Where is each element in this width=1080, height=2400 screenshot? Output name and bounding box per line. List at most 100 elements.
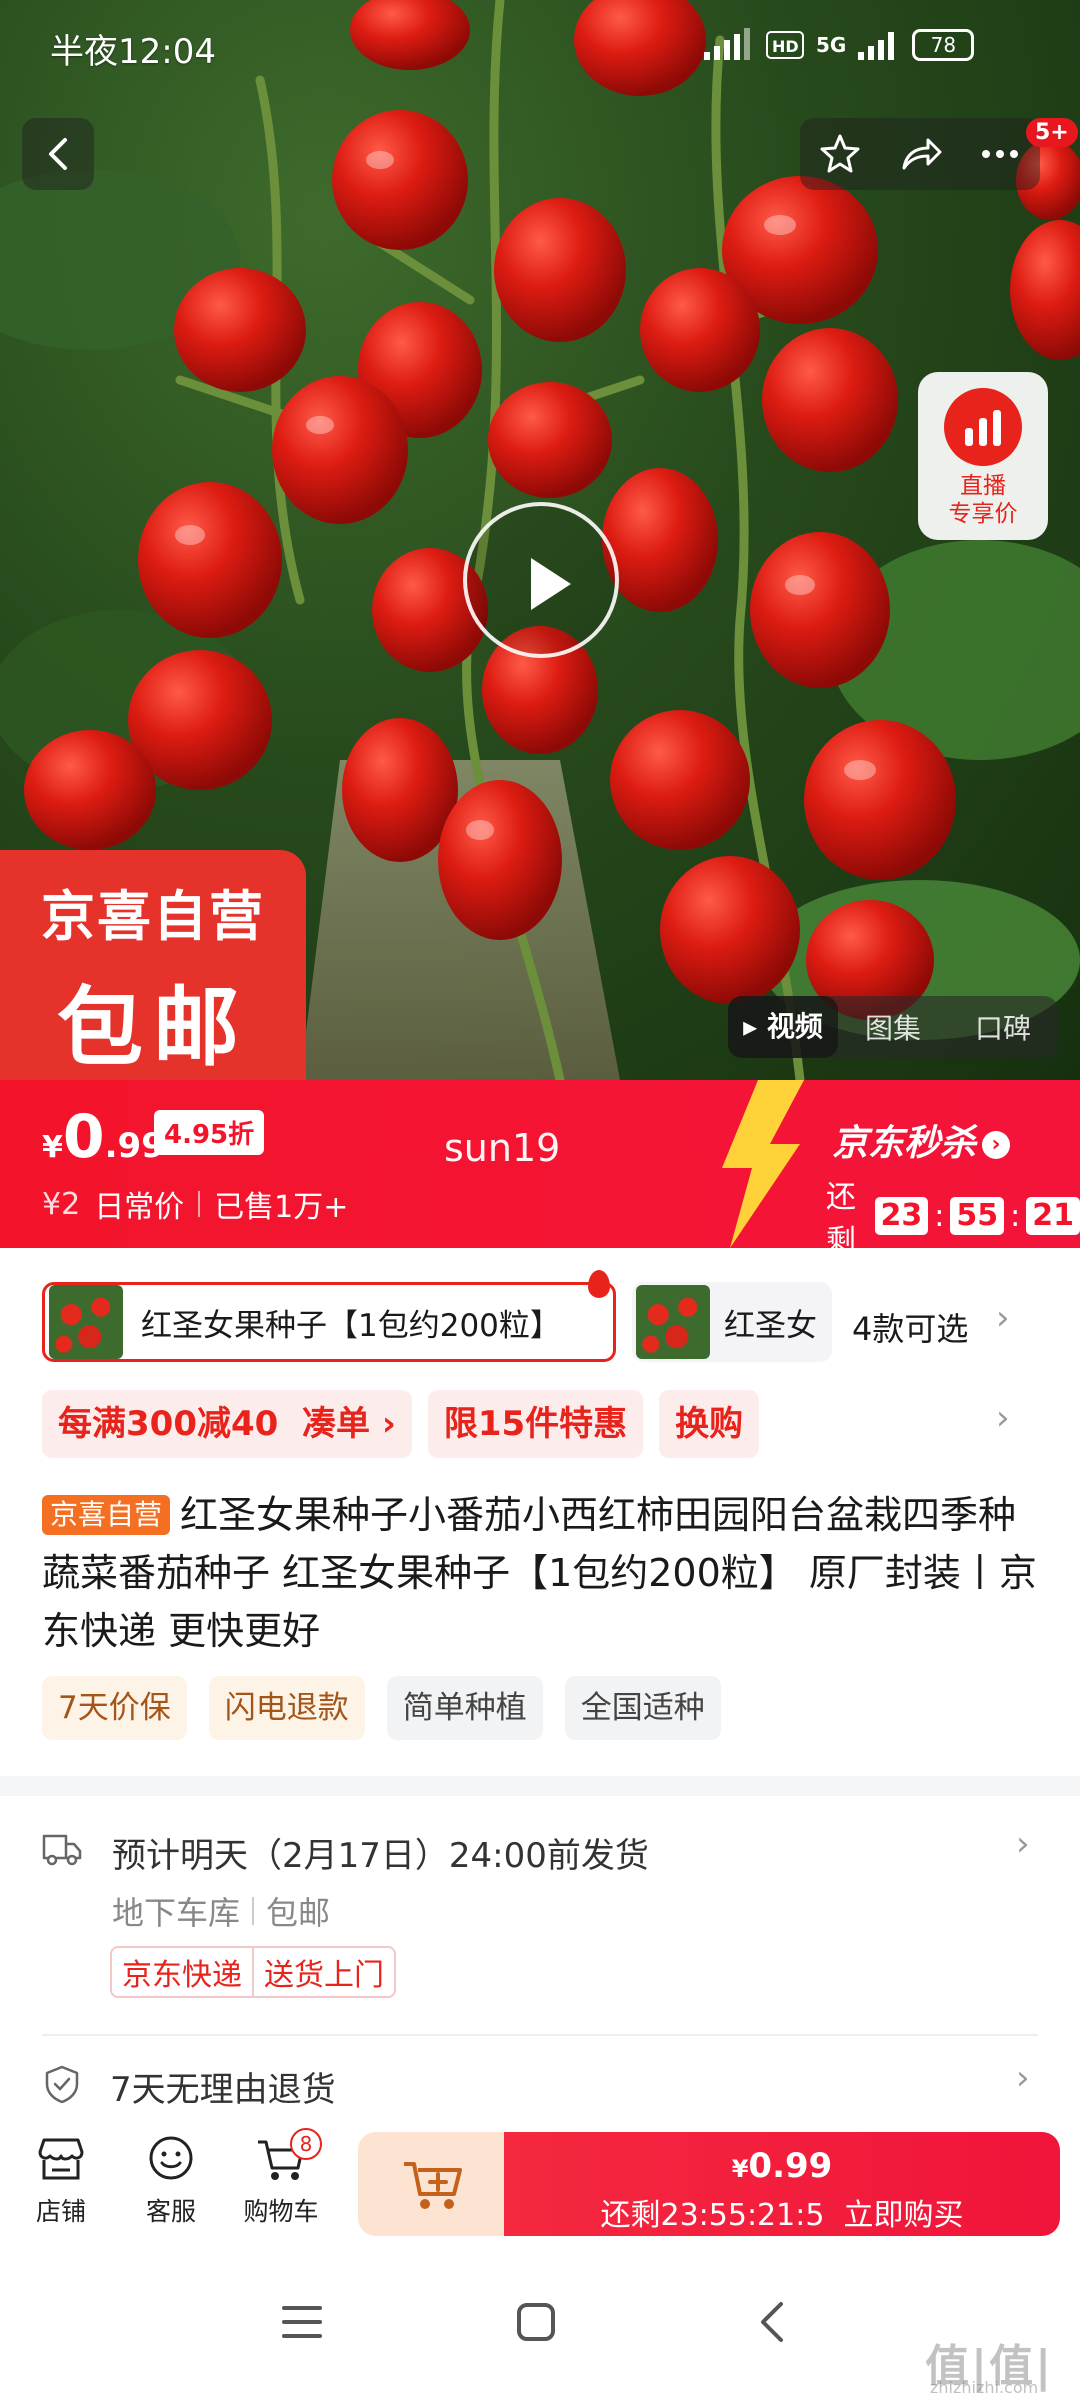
- hd-icon: HD: [766, 31, 804, 59]
- status-bar: 半夜12:04 HD 5G 78: [0, 0, 1080, 90]
- chevron-right-icon: ›: [982, 1131, 1011, 1159]
- buy-price-value: 0.99: [748, 2146, 833, 2186]
- signal-icon: [704, 28, 750, 60]
- more-button[interactable]: [964, 118, 1036, 190]
- chat-smile-icon: [149, 2136, 193, 2180]
- countdown-seconds: 21: [1026, 1197, 1080, 1235]
- home-square-icon: [517, 2303, 555, 2341]
- bottom-action-bar: 店铺 客服 8 购物车 ¥0.99 还剩23:55:21:5 立即购买: [0, 2116, 1080, 2252]
- return-policy-row[interactable]: 7天无理由退货 ›: [0, 2050, 1080, 2120]
- play-video-button[interactable]: [463, 502, 619, 658]
- favorite-button[interactable]: [804, 118, 876, 190]
- variant-count[interactable]: 4款可选: [852, 1304, 968, 1350]
- svg-text:HD: HD: [772, 37, 799, 56]
- price-integer: 0: [62, 1102, 105, 1172]
- divider: [42, 2034, 1038, 2036]
- chevron-right-icon: ›: [1016, 2058, 1030, 2098]
- buy-now-button[interactable]: ¥0.99 还剩23:55:21:5 立即购买: [504, 2132, 1060, 2236]
- price-sub-info: ¥2 日常价 已售1万+: [42, 1182, 348, 1226]
- price-currency: ¥: [42, 1130, 63, 1165]
- variant-label: 红圣女果种子【1包约200粒】: [141, 1307, 561, 1344]
- tab-gallery[interactable]: 图集: [838, 1007, 948, 1047]
- countdown-hours: 23: [874, 1197, 929, 1235]
- cart-button[interactable]: 8 购物车: [236, 2128, 326, 2228]
- service-label: 客服: [145, 2197, 196, 2226]
- customer-service-button[interactable]: 客服: [126, 2134, 216, 2228]
- shield-check-icon: [45, 2065, 79, 2104]
- current-price: ¥ 0 .99: [42, 1102, 165, 1172]
- countdown-label: 还剩: [826, 1180, 856, 1248]
- buy-price-currency: ¥: [731, 2155, 749, 2183]
- variant-option[interactable]: 红圣女: [632, 1282, 832, 1362]
- delivery-tag-express: 京东快递: [122, 1958, 242, 1993]
- chevron-right-icon: ›: [1016, 1824, 1030, 1864]
- store-icon: [38, 2138, 84, 2180]
- feature-tag: 全国适种: [564, 1676, 721, 1740]
- cart-label: 购物车: [243, 2197, 319, 2226]
- seckill-title: 京东秒杀: [832, 1123, 977, 1164]
- variant-thumbnail: [636, 1285, 710, 1359]
- add-to-cart-button[interactable]: [358, 2132, 508, 2236]
- variant-selector[interactable]: 红圣女果种子【1包约200粒】 红圣女 4款可选 ›: [0, 1248, 1080, 1368]
- share-icon: [902, 138, 942, 170]
- menu-nav-button[interactable]: [262, 2292, 342, 2352]
- system-nav-bar: [0, 2252, 1080, 2400]
- cart-count-badge: 8: [290, 2128, 322, 2160]
- product-title: 京喜自营 红圣女果种子小番茄小西红柿田园阳台盆栽四季种蔬菜番茄种子 红圣女果种子【…: [42, 1486, 1042, 1660]
- product-hero-image[interactable]: 半夜12:04 HD 5G 78 5+ 直播 专享价 京喜自营 包邮 ▸ 视频 …: [0, 0, 1080, 1080]
- hamburger-icon: [282, 2306, 322, 2338]
- section-divider: [0, 1776, 1080, 1796]
- promotion-row: 每满300减40 凑单 › 限15件特惠 换购: [42, 1390, 760, 1458]
- back-button[interactable]: [22, 118, 94, 190]
- media-tabs: ▸ 视频 图集 口碑: [728, 996, 1058, 1058]
- shipping-eta: 预计明天（2月17日）24:00前发货: [112, 1836, 649, 1876]
- tab-reviews[interactable]: 口碑: [948, 1007, 1058, 1047]
- chevron-right-icon[interactable]: ›: [996, 1398, 1010, 1438]
- original-price-label: 日常价: [94, 1190, 185, 1225]
- tab-video[interactable]: ▸ 视频: [728, 996, 838, 1058]
- back-nav-button[interactable]: [732, 2292, 812, 2352]
- chevron-right-icon[interactable]: ›: [996, 1298, 1010, 1338]
- delivery-tags: 京东快递 送货上门: [110, 1946, 396, 1998]
- seckill-link[interactable]: 京东秒杀 ›: [832, 1114, 1011, 1166]
- sold-count: 已售1万+: [214, 1190, 349, 1225]
- share-button[interactable]: [884, 118, 956, 190]
- truck-icon: [42, 1834, 82, 1866]
- full-reduction-chip[interactable]: 每满300减40 凑单 ›: [42, 1390, 412, 1458]
- promo-sticker: 京喜自营 包邮: [0, 850, 306, 1080]
- price-banner: ¥ 0 .99 4.95折 ¥2 日常价 已售1万+ sun19 京东秒杀 › 还…: [0, 1080, 1080, 1248]
- self-operated-tag: 京喜自营: [42, 1495, 171, 1535]
- status-icons: HD 5G 78: [700, 22, 975, 68]
- variant-label: 红圣女: [724, 1307, 817, 1344]
- home-nav-button[interactable]: [496, 2292, 576, 2352]
- buy-price: ¥0.99: [504, 2146, 1060, 2186]
- signal-5g-icon: [858, 32, 895, 60]
- live-stream-card[interactable]: 直播 专享价: [918, 372, 1048, 540]
- discount-tag: 4.95折: [154, 1110, 265, 1155]
- feature-tag: 简单种植: [386, 1676, 543, 1740]
- limited-offer-chip[interactable]: 限15件特惠: [427, 1390, 644, 1458]
- shipping-section[interactable]: 预计明天（2月17日）24:00前发货 地下车库 包邮 京东快递 送货上门 ›: [0, 1796, 1080, 2016]
- countdown-minutes: 55: [950, 1197, 1005, 1235]
- add-to-cart-icon: [404, 2162, 462, 2209]
- feature-tag: 7天价保: [42, 1676, 187, 1740]
- buy-now-label: 立即购买: [843, 2198, 964, 2233]
- return-policy-text: 7天无理由退货: [110, 2070, 336, 2110]
- status-time: 半夜12:04: [50, 32, 216, 72]
- chevron-left-icon: [49, 138, 67, 170]
- tab-video-label: 视频: [766, 1010, 823, 1043]
- network-type: 5G: [816, 33, 847, 57]
- lightning-icon: [722, 1080, 804, 1248]
- swap-offer-chip[interactable]: 换购: [659, 1390, 760, 1458]
- live-label: 直播: [960, 473, 1006, 499]
- promo-sticker-top: 京喜自营: [41, 885, 265, 948]
- product-title-text: 红圣女果种子小番茄小西红柿田园阳台盆栽四季种蔬菜番茄种子 红圣女果种子【1包约2…: [42, 1493, 1037, 1653]
- feature-tags: 7天价保 闪电退款 简单种植 全国适种: [42, 1676, 721, 1740]
- live-bars-icon: [944, 388, 1022, 466]
- live-sublabel: 专享价: [948, 501, 1018, 527]
- promo-sticker-bottom: 包邮: [57, 978, 249, 1078]
- store-button[interactable]: 店铺: [16, 2134, 106, 2228]
- variant-option-selected[interactable]: 红圣女果种子【1包约200粒】: [42, 1282, 616, 1362]
- shipping-details: 地下车库 包邮: [112, 1888, 330, 1934]
- hot-icon: [588, 1270, 610, 1298]
